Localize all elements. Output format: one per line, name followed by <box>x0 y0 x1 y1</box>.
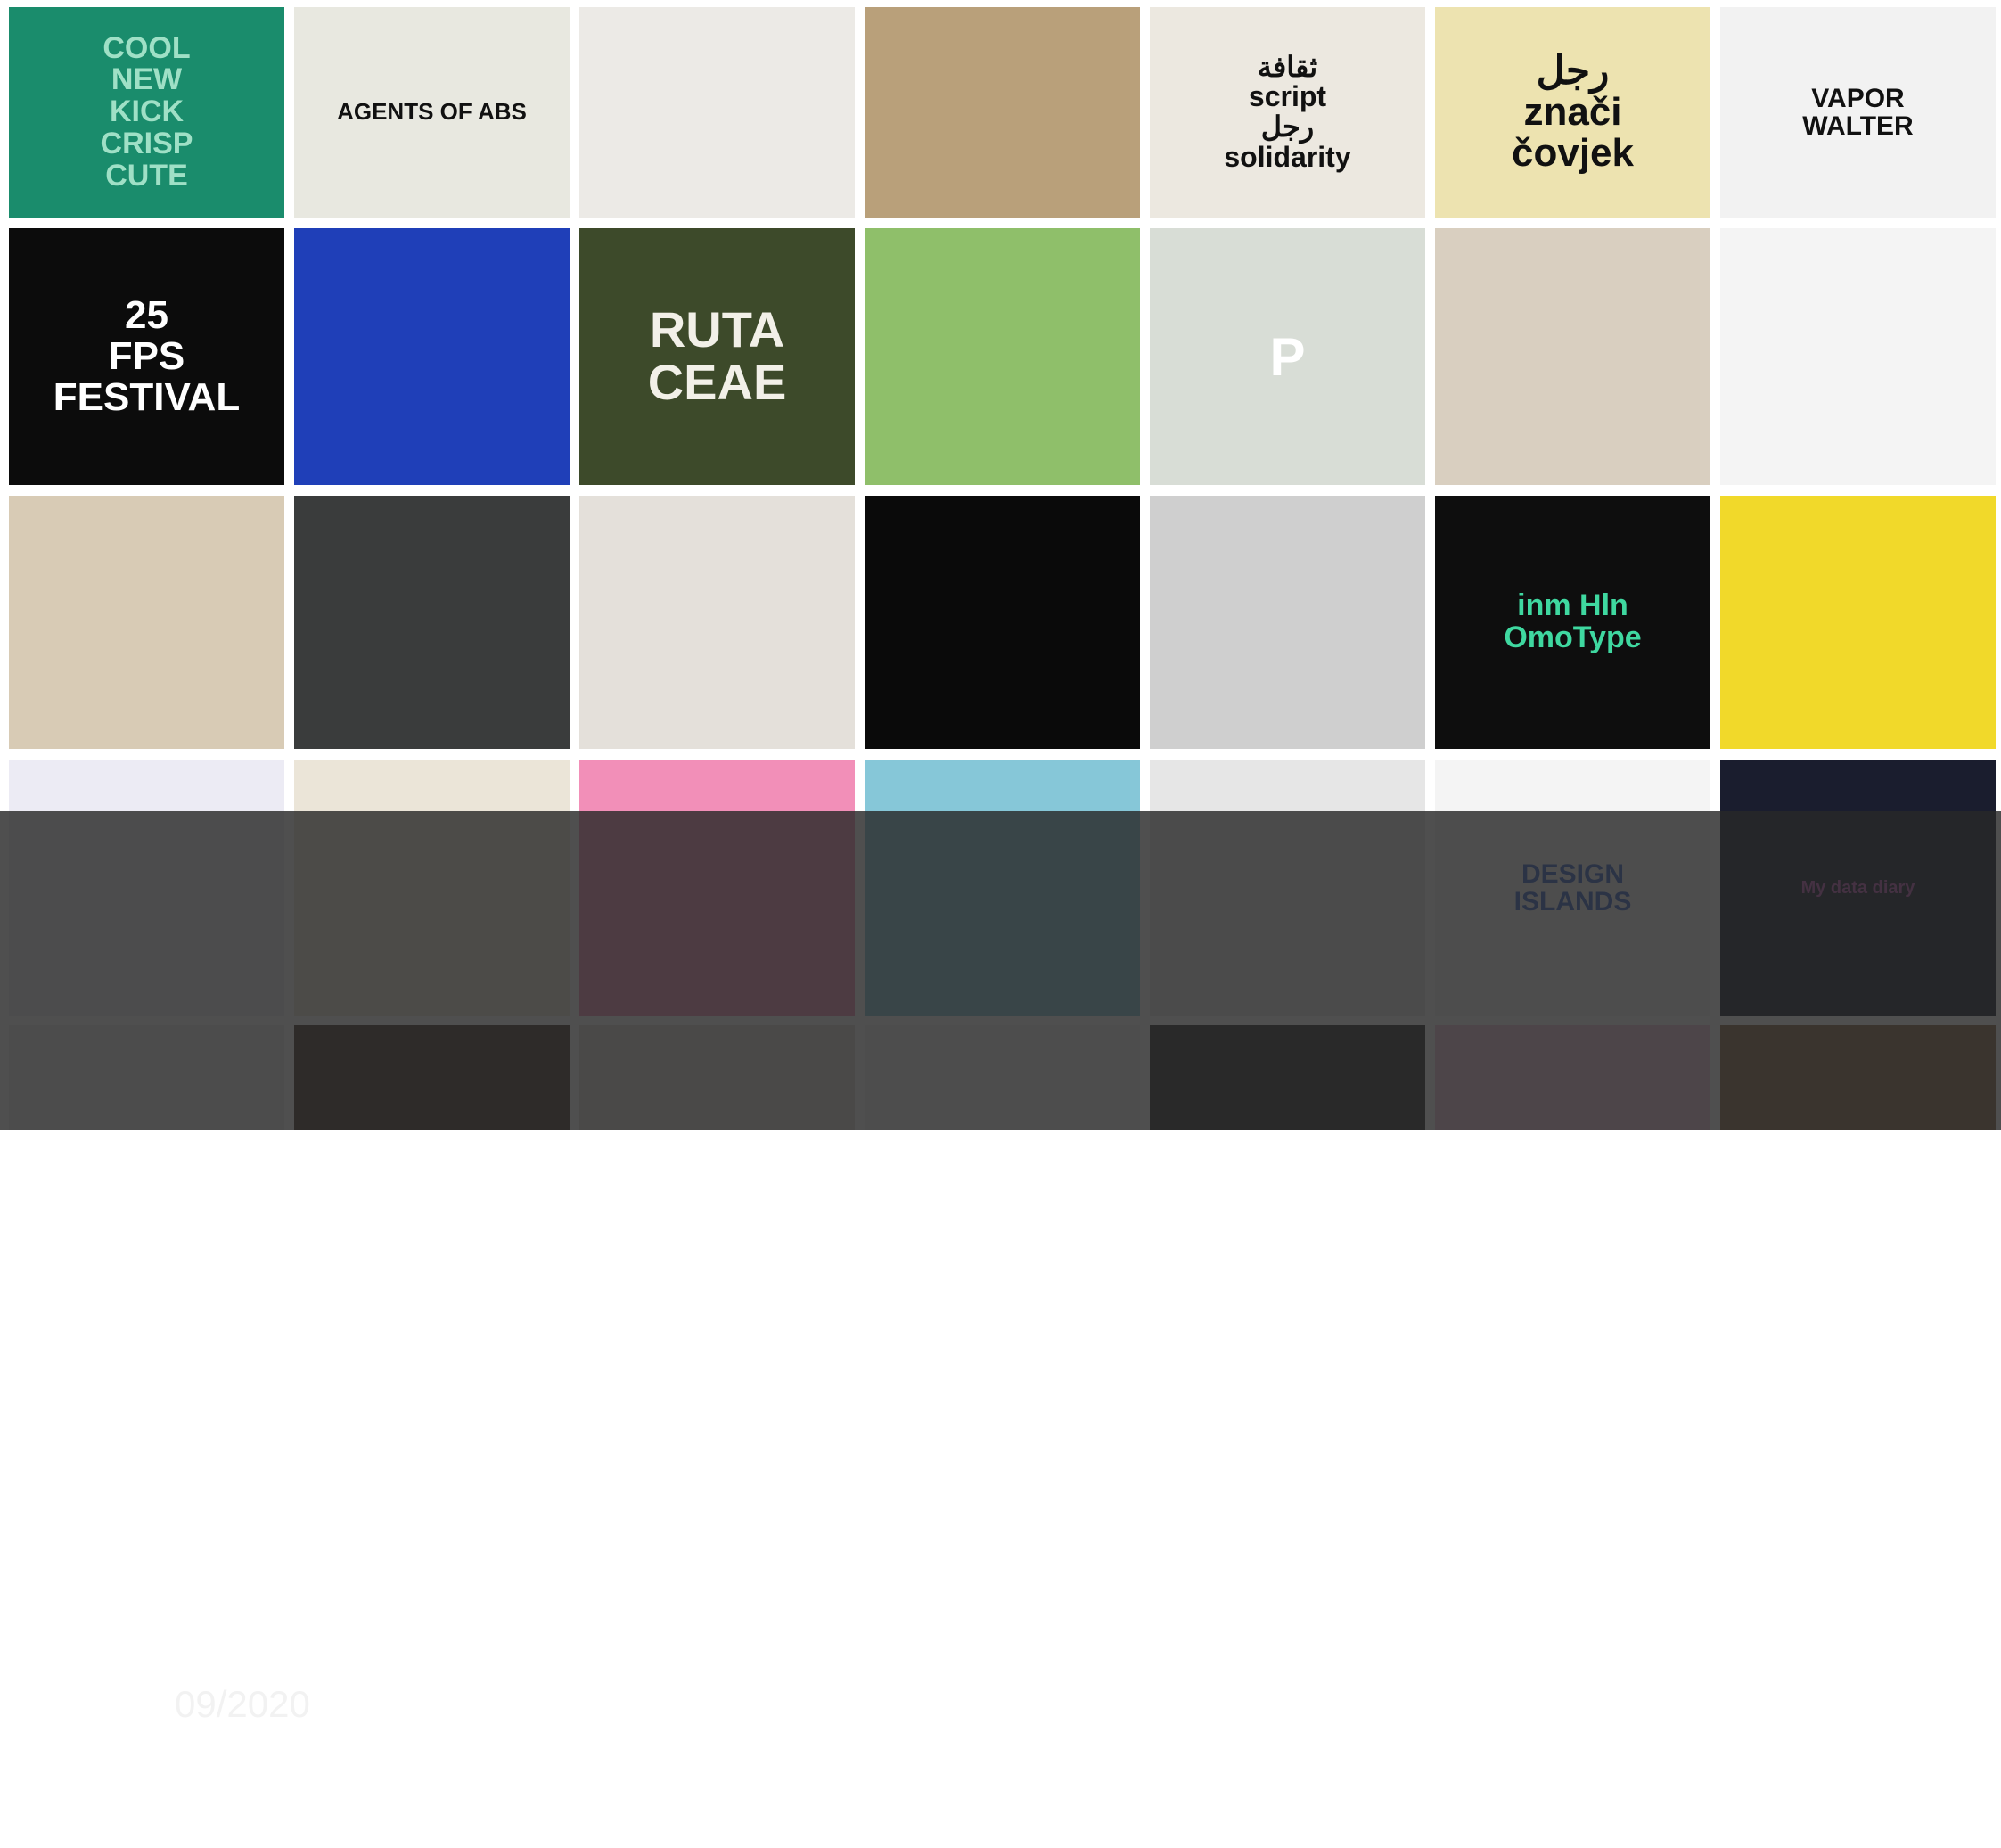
tile-label: inm Hln OmoType <box>1504 588 1642 654</box>
tile-wall-lamp[interactable] <box>9 496 284 749</box>
banner-title[interactable]: IZLOŽBA HRVATSKOG DIZAJNA <box>175 1808 735 1848</box>
banner-date: 09/2020 <box>175 1683 310 1725</box>
tile-covjek[interactable]: رجل znači čovjek <box>1435 7 1710 218</box>
banner-divider <box>1334 1692 1337 1842</box>
tile-orange-cubes[interactable] <box>294 496 570 749</box>
tile-vapor-walter[interactable]: VAPOR WALTER <box>1720 7 1996 218</box>
tile-ruta-ceae[interactable]: RUTA CEAE <box>579 228 855 485</box>
tile-label: رجل znači čovjek <box>1512 48 1634 176</box>
tile-label: 25 FPS FESTIVAL <box>53 292 241 420</box>
tile-script-solidarity[interactable]: ثقافة script رجل solidarity <box>1150 7 1425 218</box>
tile-cool-new-kick[interactable]: COOL NEW KICK CRISP CUTE <box>9 7 284 218</box>
tile-metal-rail[interactable] <box>1720 228 1996 485</box>
tile-omotype[interactable]: inm Hln OmoType <box>1435 496 1710 749</box>
tile-label: VAPOR WALTER <box>1802 83 1914 141</box>
tile-black-cloak[interactable] <box>865 496 1140 749</box>
tile-blue-tunnel[interactable] <box>294 228 570 485</box>
tile-ruffled-dress[interactable] <box>579 496 855 749</box>
tile-label: COOL NEW KICK CRISP CUTE <box>100 30 193 193</box>
tile-25-fps[interactable]: 25 FPS FESTIVAL <box>9 228 284 485</box>
tile-yellow-poster[interactable] <box>1720 496 1996 749</box>
tile-books[interactable] <box>579 7 855 218</box>
tile-child-p[interactable]: P <box>1150 228 1425 485</box>
tile-signpost[interactable] <box>865 228 1140 485</box>
tile-label: AGENTS OF ABS <box>337 98 527 126</box>
exhibition-banner[interactable]: 09/2020 IZLOŽBA HRVATSKOG DIZAJNA <box>0 811 2001 1847</box>
tile-agents-of-abs[interactable]: AGENTS OF ABS <box>294 7 570 218</box>
tile-theatre-facade[interactable] <box>865 7 1140 218</box>
tile-label: P <box>1269 326 1306 387</box>
tile-bw-fashion[interactable] <box>1150 496 1425 749</box>
tile-colorful-wall[interactable] <box>1435 228 1710 485</box>
tile-label: ثقافة script رجل solidarity <box>1224 50 1351 173</box>
tile-label: RUTA CEAE <box>647 301 787 410</box>
